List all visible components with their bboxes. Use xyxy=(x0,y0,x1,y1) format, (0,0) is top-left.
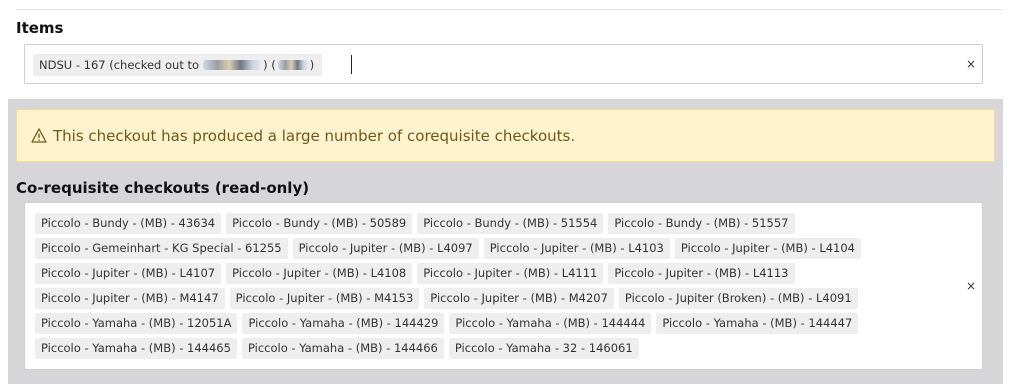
corequisite-chip: Piccolo - Yamaha - (MB) - 12051A xyxy=(35,313,238,334)
corequisite-chip: Piccolo - Jupiter - (MB) - L4107 xyxy=(35,263,222,284)
selected-item-chip[interactable]: NDSU - 167 (checked out to ) ( ) xyxy=(33,54,323,76)
corequisite-chip: Piccolo - Jupiter - (MB) - L4104 xyxy=(674,238,861,259)
redacted-name-image xyxy=(203,60,262,70)
text-cursor xyxy=(351,55,352,74)
items-select-field[interactable]: NDSU - 167 (checked out to ) ( ) × xyxy=(24,44,983,84)
corequisite-chip: Piccolo - Yamaha - (MB) - 144465 xyxy=(35,338,237,359)
corequisite-chip: Piccolo - Jupiter - (MB) - L4103 xyxy=(483,238,670,259)
redacted-id-image xyxy=(277,60,308,70)
corequisite-chip: Piccolo - Jupiter - (MB) - M4153 xyxy=(229,288,420,309)
items-clear-button[interactable]: × xyxy=(966,57,976,71)
top-divider xyxy=(16,9,1003,10)
corequisite-chip-row: Piccolo - Bundy - (MB) - 43634 Piccolo - … xyxy=(35,213,935,234)
corequisite-chip-row: Piccolo - Gemeinhart - KG Special - 6125… xyxy=(35,238,935,259)
corequisite-chip: Piccolo - Jupiter (Broken) - (MB) - L409… xyxy=(618,288,858,309)
corequisite-chip: Piccolo - Jupiter - (MB) - L4097 xyxy=(292,238,479,259)
corequisite-chip-row: Piccolo - Jupiter - (MB) - L4107 Piccolo … xyxy=(35,263,935,284)
corequisite-chip: Piccolo - Jupiter - (MB) - L4108 xyxy=(226,263,413,284)
corequisite-chip: Piccolo - Yamaha - (MB) - 144444 xyxy=(449,313,652,334)
warning-text: This checkout has produced a large numbe… xyxy=(53,126,576,145)
corequisite-chip: Piccolo - Gemeinhart - KG Special - 6125… xyxy=(35,238,288,259)
corequisite-chip: Piccolo - Bundy - (MB) - 50589 xyxy=(226,213,413,234)
corequisite-clear-button[interactable]: × xyxy=(966,279,976,293)
corequisite-chip: Piccolo - Yamaha - (MB) - 144447 xyxy=(656,313,859,334)
corequisite-chip: Piccolo - Jupiter - (MB) - M4147 xyxy=(35,288,225,309)
corequisite-chip: Piccolo - Yamaha - (MB) - 144429 xyxy=(242,313,445,334)
corequisite-chip: Piccolo - Jupiter - (MB) - L4111 xyxy=(417,263,604,284)
corequisite-chip: Piccolo - Bundy - (MB) - 43634 xyxy=(35,213,222,234)
corequisite-chip-row: Piccolo - Yamaha - (MB) - 144465 Piccolo … xyxy=(35,338,935,359)
corequisite-chip-row: Piccolo - Yamaha - (MB) - 12051A Piccolo … xyxy=(35,313,935,334)
corequisite-chip: Piccolo - Jupiter - (MB) - M4207 xyxy=(424,288,614,309)
corequisite-chip: Piccolo - Bundy - (MB) - 51554 xyxy=(417,213,604,234)
corequisite-chip: Piccolo - Yamaha - (MB) - 144466 xyxy=(241,338,444,359)
item-chip-suffix: ) xyxy=(309,58,315,72)
corequisite-chip: Piccolo - Bundy - (MB) - 51557 xyxy=(608,213,795,234)
corequisite-label: Co-requisite checkouts (read-only) xyxy=(16,179,310,197)
item-chip-prefix: NDSU - 167 (checked out to xyxy=(39,58,200,72)
corequisite-chip-list: Piccolo - Bundy - (MB) - 43634 Piccolo - … xyxy=(35,213,935,363)
warning-alert: This checkout has produced a large numbe… xyxy=(16,109,995,162)
corequisite-chip: Piccolo - Jupiter - (MB) - L4113 xyxy=(608,263,795,284)
item-chip-mid: ) ( xyxy=(263,58,276,72)
items-label: Items xyxy=(16,19,64,37)
corequisite-select-field: Piccolo - Bundy - (MB) - 43634 Piccolo - … xyxy=(24,202,983,370)
corequisite-chip-row: Piccolo - Jupiter - (MB) - M4147 Piccolo … xyxy=(35,288,935,309)
corequisite-chip: Piccolo - Yamaha - 32 - 146061 xyxy=(448,338,639,359)
warning-triangle-icon xyxy=(31,128,47,143)
